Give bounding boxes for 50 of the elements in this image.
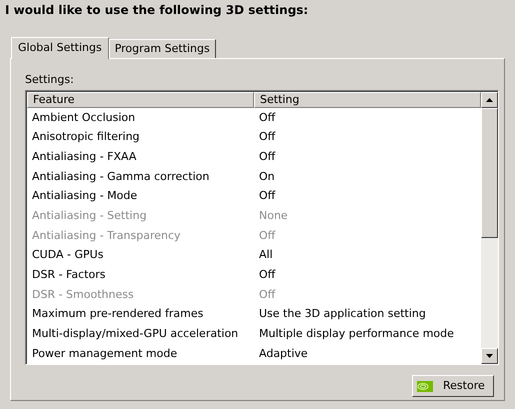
eye-logo-icon [417,380,433,392]
setting-cell-text: Multiple display performance mode [258,326,455,342]
table-row[interactable]: Multi-display/mixed-GPU acceleration Multiple display performance mode [27,324,481,344]
scrollbar[interactable] [481,91,498,364]
setting-cell-text: Off [258,148,276,165]
table-row[interactable]: Ambient Occlusion Off [27,108,481,128]
table-row[interactable]: Power management mode Adaptive [27,344,481,364]
feature-cell-text: DSR - Smoothness [31,286,135,303]
feature-cell-text: Antialiasing - Gamma correction [31,168,210,185]
table-row[interactable]: Antialiasing - Mode Off [27,186,481,206]
column-header[interactable]: Setting [254,92,481,108]
settings-label: Settings: [25,73,74,86]
setting-cell-text: Off [258,228,276,244]
feature-cell-text: Ambient Occlusion [31,110,136,126]
feature-cell-text: Power management mode [31,346,178,362]
setting-cell-text: Off [258,188,276,204]
feature-cell-text: Multi-display/mixed-GPU acceleration [31,326,240,342]
restore-button[interactable]: Restore [412,375,494,397]
up-arrow-icon [486,98,493,102]
table-row[interactable]: Anisotropic filtering Off [27,128,481,148]
setting-cell-text: Off [258,267,276,284]
feature-cell-text: Antialiasing - Transparency [31,228,182,244]
tab[interactable]: Program Settings [108,39,216,58]
scroll-down-button[interactable] [481,348,498,364]
setting-cell-text: Off [258,286,276,303]
feature-cell-text: Antialiasing - Mode [31,188,138,204]
page-heading: I would like to use the following 3D settings: [5,3,308,17]
column-header[interactable]: Feature [27,92,254,108]
scroll-up-button[interactable] [481,92,498,108]
feature-cell-text: CUDA - GPUs [31,247,104,264]
feature-cell-text: Anisotropic filtering [31,129,141,146]
setting-cell-text: On [258,168,276,185]
feature-cell-text: Antialiasing - Setting [31,208,148,224]
tab[interactable]: Global Settings [11,37,109,59]
setting-cell-text: Off [258,110,276,126]
feature-cell-text: DSR - Factors [31,267,106,284]
table-row[interactable]: Antialiasing - Gamma correction On [27,167,481,187]
feature-cell-text: Antialiasing - FXAA [31,148,138,165]
setting-cell-text: Use the 3D application setting [258,306,427,322]
table-row[interactable]: CUDA - GPUs All [27,246,481,266]
table-row[interactable]: Maximum pre-rendered frames Use the 3D application setting [27,304,481,325]
down-arrow-icon [486,354,493,358]
setting-cell-text: None [258,208,289,224]
setting-cell-text: Off [258,129,276,146]
table-row[interactable]: DSR - Factors Off [27,266,481,286]
feature-cell-text: Maximum pre-rendered frames [31,306,204,322]
setting-cell-text: All [258,247,274,264]
setting-cell-text: Adaptive [258,346,309,362]
scroll-thumb[interactable] [481,108,498,238]
table-row[interactable]: Antialiasing - FXAA Off [27,147,481,168]
